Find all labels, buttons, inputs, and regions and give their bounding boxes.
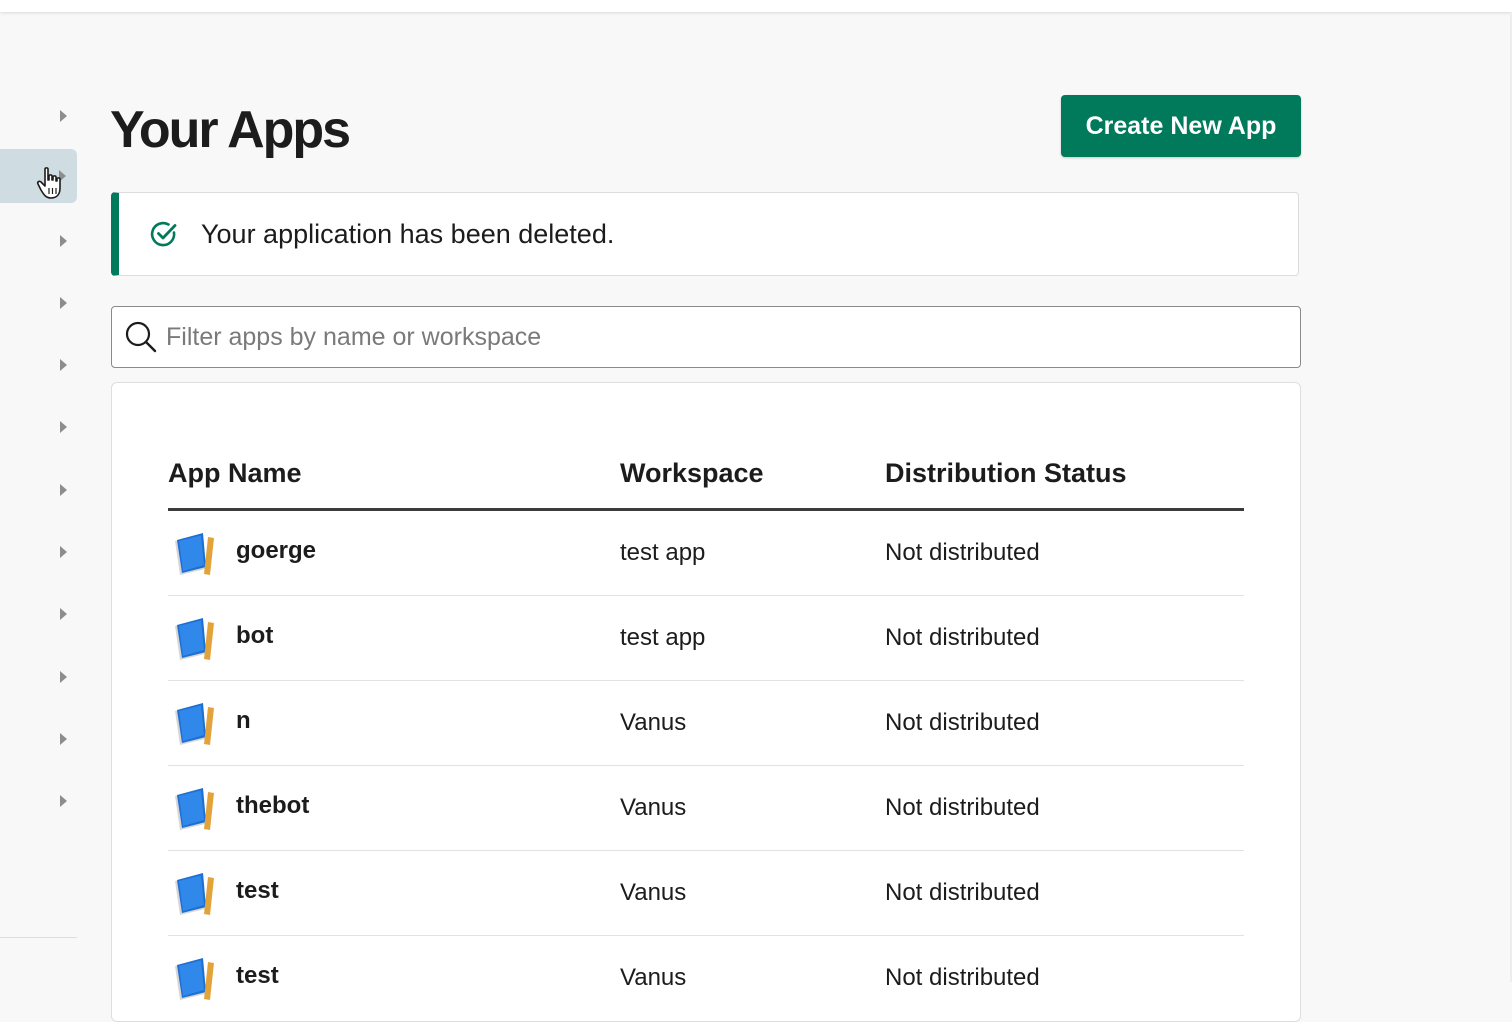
table-row[interactable]: n Vanus Not distributed xyxy=(168,681,1244,766)
sidebar-item-11[interactable] xyxy=(0,719,78,759)
sidebar-divider xyxy=(0,937,77,938)
sidebar-item-7[interactable] xyxy=(0,470,78,510)
table-row[interactable]: goerge test app Not distributed xyxy=(168,511,1244,596)
chevron-right-icon xyxy=(60,110,67,122)
table-row[interactable]: bot test app Not distributed xyxy=(168,596,1244,681)
workspace-cell: Vanus xyxy=(620,879,687,906)
sidebar xyxy=(0,0,78,982)
app-icon xyxy=(175,873,214,915)
workspace-cell: Vanus xyxy=(620,794,687,821)
chevron-right-icon xyxy=(60,359,67,371)
sidebar-item-5[interactable] xyxy=(0,345,78,385)
sidebar-item-6[interactable] xyxy=(0,407,78,447)
app-icon xyxy=(175,703,214,745)
distribution-status-cell: Not distributed xyxy=(885,794,1040,821)
app-name[interactable]: n xyxy=(236,707,251,735)
app-icon xyxy=(175,788,214,830)
distribution-status-cell: Not distributed xyxy=(885,624,1040,651)
distribution-status-cell: Not distributed xyxy=(885,879,1040,906)
chevron-right-icon xyxy=(60,671,67,683)
chevron-right-icon xyxy=(60,733,67,745)
search-box xyxy=(111,306,1301,368)
sidebar-item-4[interactable] xyxy=(0,283,78,323)
table-row[interactable]: test Vanus Not distributed xyxy=(168,851,1244,936)
search-icon xyxy=(125,321,157,353)
create-new-app-button[interactable]: Create New App xyxy=(1061,95,1301,157)
workspace-cell: Vanus xyxy=(620,709,687,736)
sidebar-item-9[interactable] xyxy=(0,594,78,634)
sidebar-item-8[interactable] xyxy=(0,532,78,572)
app-icon xyxy=(175,958,214,1000)
column-header-workspace[interactable]: Workspace xyxy=(620,458,764,489)
app-name[interactable]: test xyxy=(236,877,279,905)
chevron-right-icon xyxy=(60,297,67,309)
table-header: App Name Workspace Distribution Status xyxy=(168,448,1244,511)
workspace-cell: Vanus xyxy=(620,964,687,991)
check-circle-icon xyxy=(150,221,177,247)
chevron-right-icon xyxy=(60,235,67,247)
column-header-distribution-status[interactable]: Distribution Status xyxy=(885,458,1127,489)
sidebar-item-3[interactable] xyxy=(0,221,78,261)
column-header-app-name[interactable]: App Name xyxy=(168,458,302,489)
app-name[interactable]: test xyxy=(236,962,279,990)
alert-message: Your application has been deleted. xyxy=(201,218,615,249)
app-name[interactable]: thebot xyxy=(236,792,309,820)
chevron-right-icon xyxy=(60,795,67,807)
hand-pointer-cursor-icon xyxy=(36,167,61,199)
distribution-status-cell: Not distributed xyxy=(885,709,1040,736)
app-icon xyxy=(175,618,214,660)
chevron-right-icon xyxy=(60,608,67,620)
page-title: Your Apps xyxy=(110,101,351,159)
sidebar-item-12[interactable] xyxy=(0,781,78,821)
distribution-status-cell: Not distributed xyxy=(885,964,1040,991)
sidebar-item-10[interactable] xyxy=(0,657,78,697)
table-row[interactable]: thebot Vanus Not distributed xyxy=(168,766,1244,851)
app-name[interactable]: bot xyxy=(236,622,273,650)
app-icon xyxy=(175,533,214,575)
app-name[interactable]: goerge xyxy=(236,537,316,565)
table-row[interactable]: test Vanus Not distributed xyxy=(168,936,1244,1020)
chevron-right-icon xyxy=(60,546,67,558)
filter-apps-input[interactable] xyxy=(164,316,1268,358)
workspace-cell: test app xyxy=(620,624,706,651)
sidebar-item-1[interactable] xyxy=(0,96,78,136)
distribution-status-cell: Not distributed xyxy=(885,539,1040,566)
workspace-cell: test app xyxy=(620,539,706,566)
top-bar xyxy=(0,0,1512,12)
chevron-right-icon xyxy=(60,484,67,496)
chevron-right-icon xyxy=(60,421,67,433)
success-alert: Your application has been deleted. xyxy=(111,192,1299,276)
